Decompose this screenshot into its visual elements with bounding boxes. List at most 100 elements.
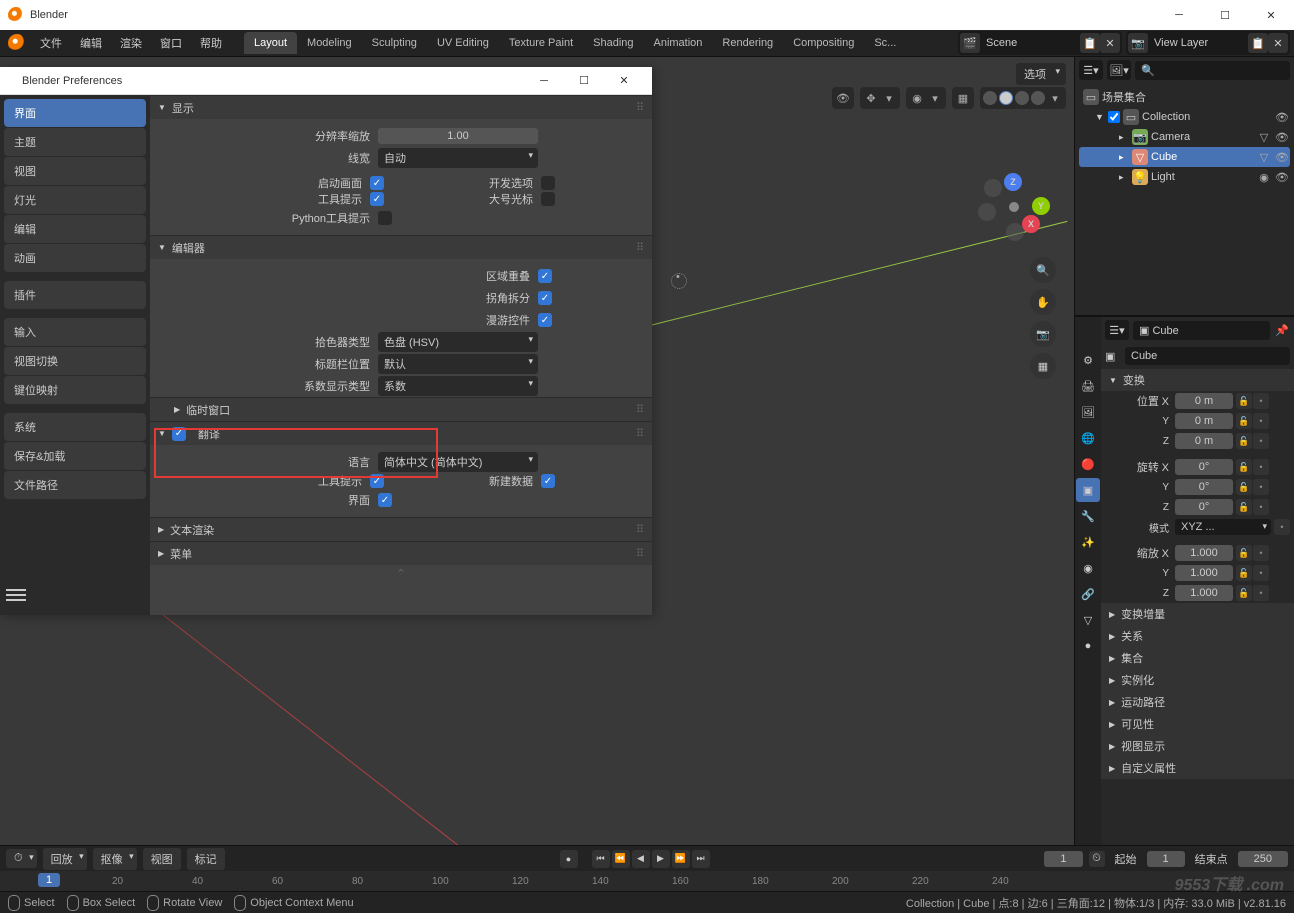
lock-icon[interactable]: 🔓: [1236, 585, 1252, 601]
anim-icon[interactable]: •: [1274, 519, 1290, 535]
factor-display-dropdown[interactable]: 系数: [378, 376, 538, 396]
anim-icon[interactable]: •: [1253, 413, 1269, 429]
outliner-view-icon[interactable]: 🖼▾: [1107, 60, 1131, 80]
eye-icon[interactable]: 👁: [1274, 171, 1290, 184]
python-tooltips-checkbox[interactable]: ✓: [378, 211, 392, 225]
start-frame-field[interactable]: 1: [1147, 851, 1185, 867]
nav-controls-checkbox[interactable]: ✓: [538, 313, 552, 327]
scene-collection-row[interactable]: ▭ 场景集合: [1079, 87, 1290, 107]
menu-file[interactable]: 文件: [32, 31, 70, 55]
light-row[interactable]: ▸ 💡 Light ◉👁: [1079, 167, 1290, 187]
prefs-tab-keymap[interactable]: 键位映射: [4, 376, 146, 404]
menu-edit[interactable]: 编辑: [72, 31, 110, 55]
menu-render[interactable]: 渲染: [112, 31, 150, 55]
anim-icon[interactable]: •: [1253, 545, 1269, 561]
viewport-options-dropdown[interactable]: 选项: [1016, 63, 1066, 85]
resolution-scale-field[interactable]: 1.00: [378, 128, 538, 144]
anim-icon[interactable]: •: [1253, 565, 1269, 581]
prop-breadcrumb[interactable]: ▣ Cube: [1133, 321, 1270, 340]
xray-icon[interactable]: ▦: [954, 89, 972, 107]
outliner-search[interactable]: 🔍: [1135, 61, 1290, 80]
rotation-mode-dropdown[interactable]: XYZ ...: [1175, 519, 1271, 535]
editors-section-header[interactable]: 编辑器: [150, 235, 652, 259]
material-shading-icon[interactable]: [1015, 91, 1029, 105]
nav-neg-y[interactable]: [978, 203, 996, 221]
prefs-tab-filepaths[interactable]: 文件路径: [4, 471, 146, 499]
scene-remove-icon[interactable]: ✕: [1100, 33, 1120, 53]
gizmo-icon[interactable]: ✥: [862, 89, 880, 107]
rendered-shading-icon[interactable]: [1031, 91, 1045, 105]
viewport-display-header[interactable]: 视图显示: [1101, 735, 1294, 757]
auto-keying-icon[interactable]: ●: [560, 850, 578, 868]
prefs-maximize-button[interactable]: ☐: [564, 74, 604, 87]
outliner-display-mode[interactable]: ☰▾: [1079, 60, 1103, 80]
tooltips-checkbox[interactable]: ✓: [370, 192, 384, 206]
tab-shading[interactable]: Shading: [583, 32, 643, 54]
nav-y-axis[interactable]: Y: [1032, 197, 1050, 215]
scale-z-field[interactable]: 1.000: [1175, 585, 1233, 601]
end-frame-field[interactable]: 250: [1238, 851, 1288, 867]
lock-icon[interactable]: 🔓: [1236, 499, 1252, 515]
prefs-tab-input[interactable]: 输入: [4, 318, 146, 346]
viewlayer-selector[interactable]: 📷 📋 ✕: [1126, 31, 1290, 55]
prefs-tab-system[interactable]: 系统: [4, 413, 146, 441]
play-reverse-icon[interactable]: ◀: [632, 850, 650, 868]
rot-z-field[interactable]: 0°: [1175, 499, 1233, 515]
scene-tab-icon[interactable]: 🌐: [1076, 426, 1100, 450]
prefs-tab-interface[interactable]: 界面: [4, 99, 146, 127]
tab-rendering[interactable]: Rendering: [712, 32, 783, 54]
render-tab-icon[interactable]: ⚙: [1076, 348, 1100, 372]
particle-tab-icon[interactable]: ✨: [1076, 530, 1100, 554]
mesh-data-icon[interactable]: ▽: [1256, 151, 1272, 164]
collection-row[interactable]: ▼ ▭ Collection 👁: [1079, 107, 1290, 127]
dev-extras-checkbox[interactable]: ✓: [541, 176, 555, 190]
collections-header[interactable]: 集合: [1101, 647, 1294, 669]
prefs-tab-themes[interactable]: 主题: [4, 128, 146, 156]
keyframe-next-icon[interactable]: ⏩: [672, 850, 690, 868]
timeline-ruler[interactable]: 1 20 40 60 80 100 120 140 160 180 200 22…: [0, 871, 1294, 891]
viewlayer-browse-icon[interactable]: 📋: [1248, 33, 1268, 53]
anim-icon[interactable]: •: [1253, 459, 1269, 475]
minimize-button[interactable]: ─: [1156, 0, 1202, 30]
lock-icon[interactable]: 🔓: [1236, 545, 1252, 561]
prop-editor-icon[interactable]: ☰▾: [1105, 320, 1129, 340]
mesh-tab-icon[interactable]: ▽: [1076, 608, 1100, 632]
show-gizmo-icon[interactable]: 👁: [834, 89, 852, 107]
jump-end-icon[interactable]: ⏭: [692, 850, 710, 868]
lock-icon[interactable]: 🔓: [1236, 565, 1252, 581]
color-picker-dropdown[interactable]: 色盘 (HSV): [378, 332, 538, 352]
tab-uv-editing[interactable]: UV Editing: [427, 32, 499, 54]
scale-x-field[interactable]: 1.000: [1175, 545, 1233, 561]
loc-y-field[interactable]: 0 m: [1175, 413, 1233, 429]
translate-interface-checkbox[interactable]: ✓: [378, 493, 392, 507]
language-dropdown[interactable]: 简体中文 (简体中文): [378, 452, 538, 472]
overlays-dropdown-icon[interactable]: ▾: [926, 89, 944, 107]
delta-transform-header[interactable]: 变换增量: [1101, 603, 1294, 625]
lock-icon[interactable]: 🔓: [1236, 479, 1252, 495]
nav-z-axis[interactable]: Z: [1004, 173, 1022, 191]
prefs-tab-addons[interactable]: 插件: [4, 281, 146, 309]
tab-modeling[interactable]: Modeling: [297, 32, 362, 54]
corner-splitting-checkbox[interactable]: ✓: [538, 291, 552, 305]
translate-tooltips-checkbox[interactable]: ✓: [370, 474, 384, 488]
physics-tab-icon[interactable]: ◉: [1076, 556, 1100, 580]
tab-scripting[interactable]: Sc...: [864, 32, 906, 54]
cube-row[interactable]: ▸ ▽ Cube ▽👁: [1079, 147, 1290, 167]
translation-enable-checkbox[interactable]: ✓: [172, 427, 186, 441]
current-frame-field[interactable]: 1: [1044, 851, 1082, 867]
anim-icon[interactable]: •: [1253, 433, 1269, 449]
custom-props-header[interactable]: 自定义属性: [1101, 757, 1294, 779]
region-overlap-checkbox[interactable]: ✓: [538, 269, 552, 283]
viewlayer-tab-icon[interactable]: 🖼: [1076, 400, 1100, 424]
anim-icon[interactable]: •: [1253, 499, 1269, 515]
loc-x-field[interactable]: 0 m: [1175, 393, 1233, 409]
lock-icon[interactable]: 🔓: [1236, 433, 1252, 449]
zoom-icon[interactable]: 🔍: [1030, 257, 1056, 283]
playhead[interactable]: 1: [38, 873, 60, 887]
scene-name-field[interactable]: [980, 34, 1080, 52]
world-tab-icon[interactable]: 🔴: [1076, 452, 1100, 476]
pan-icon[interactable]: ✋: [1030, 289, 1056, 315]
timeline-editor-icon[interactable]: ⏱: [6, 849, 37, 868]
object-tab-icon[interactable]: ▣: [1076, 478, 1100, 502]
material-tab-icon[interactable]: ●: [1076, 634, 1100, 658]
